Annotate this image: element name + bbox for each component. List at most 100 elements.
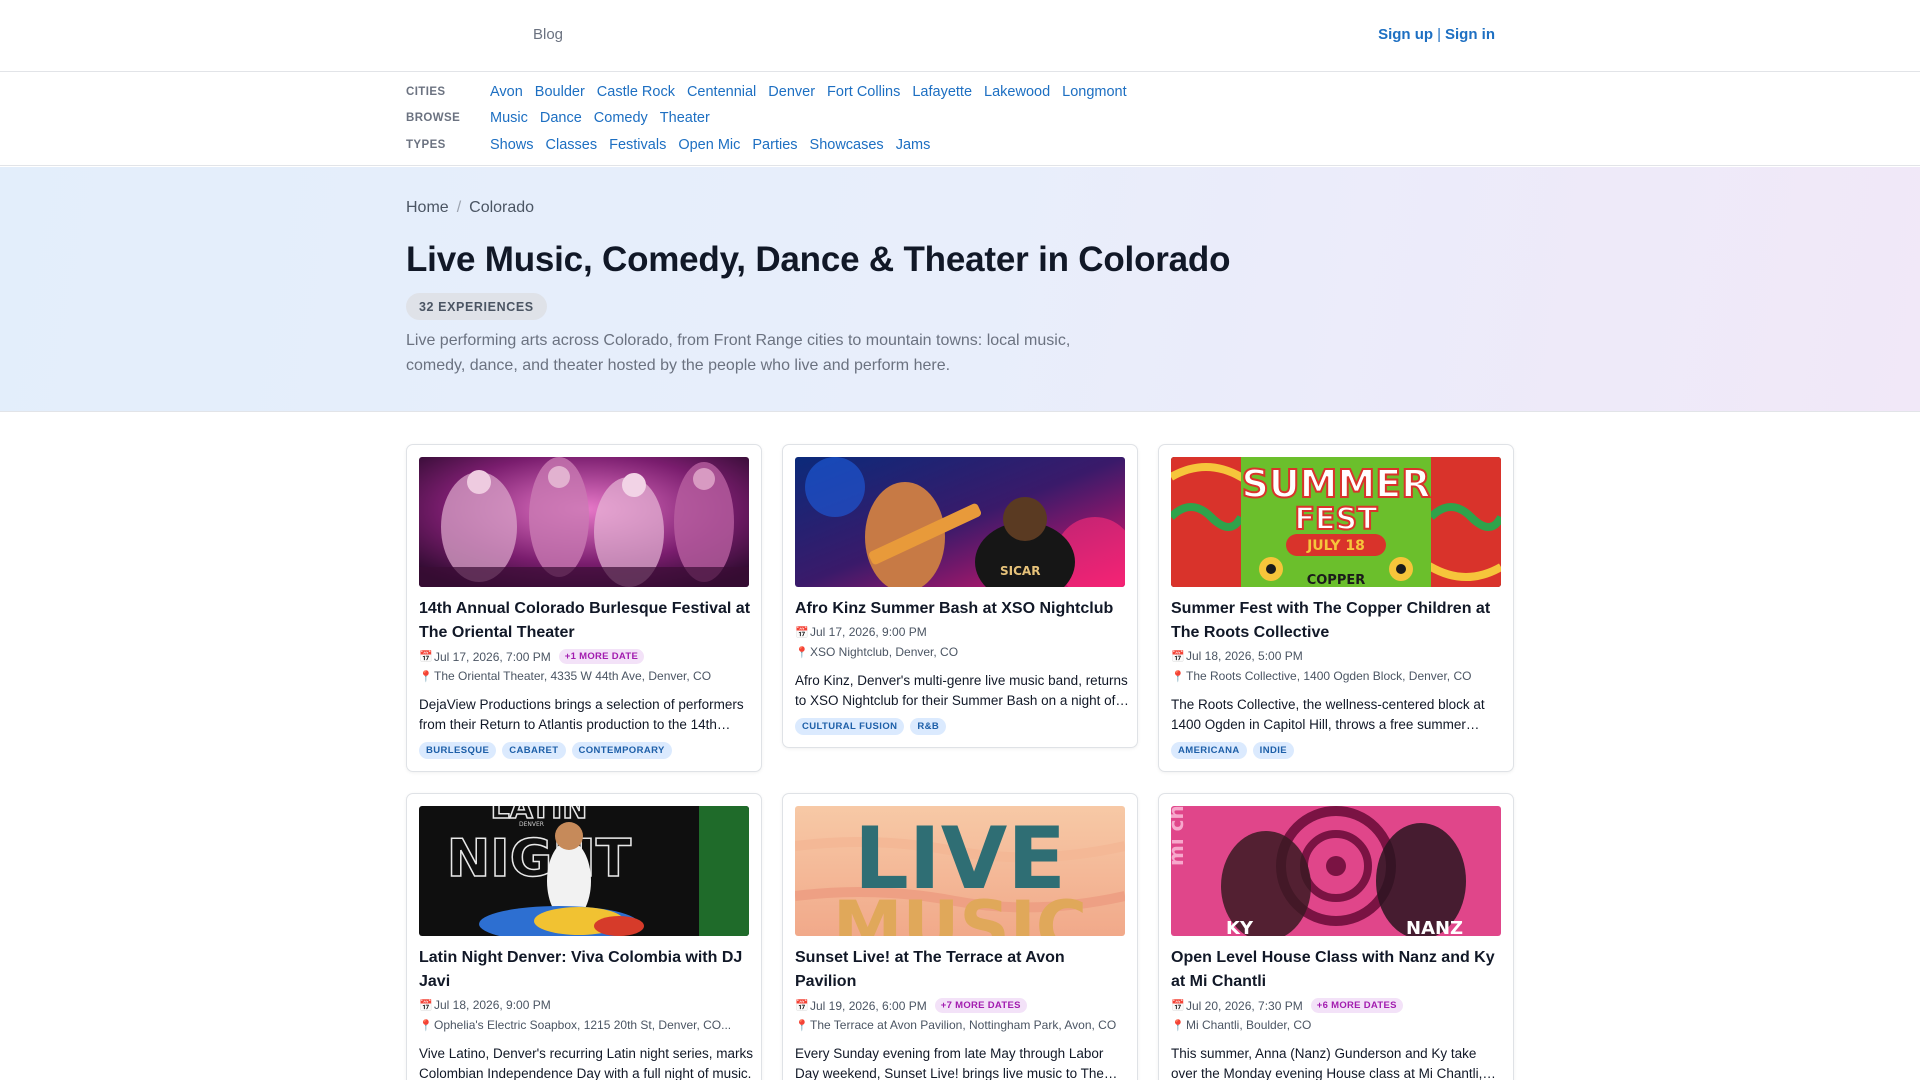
- poster-side-text: mi chan: [1171, 806, 1188, 866]
- nav-row-browse: BROWSE Music Dance Comedy Theater: [406, 107, 722, 129]
- more-dates-badge: +6 MORE DATES: [1310, 998, 1403, 1013]
- event-description: Every Sunday evening from late May throu…: [795, 1046, 1104, 1080]
- city-link[interactable]: Lafayette: [912, 84, 972, 100]
- type-link[interactable]: Showcases: [810, 137, 884, 153]
- calendar-icon: 📅: [795, 626, 809, 639]
- event-date: 📅 Jul 19, 2026, 6:00 PM +7 MORE DATES: [795, 998, 1027, 1013]
- genre-tag[interactable]: R&B: [910, 718, 947, 735]
- page-description: Live performing arts across Colorado, fr…: [406, 332, 1071, 374]
- city-link[interactable]: Castle Rock: [597, 84, 675, 100]
- event-card[interactable]: SUMMER FEST JULY 18 COPPER Summer Fest w…: [1158, 444, 1514, 772]
- page-title: Live Music, Comedy, Dance & Theater in C…: [406, 240, 1231, 279]
- event-image[interactable]: SUMMER FEST JULY 18 COPPER: [1171, 457, 1501, 587]
- event-location: 📍 Mi Chantli, Boulder, CO: [1171, 1018, 1311, 1032]
- poster-city: DENVER: [519, 821, 544, 828]
- browse-link[interactable]: Theater: [660, 110, 710, 126]
- category-nav: CITIES Avon Boulder Castle Rock Centenni…: [0, 73, 1920, 166]
- more-dates-badge: +1 MORE DATE: [558, 649, 645, 664]
- nav-label-browse: BROWSE: [406, 112, 461, 124]
- breadcrumb-home[interactable]: Home: [406, 199, 449, 217]
- genre-tag[interactable]: BURLESQUE: [419, 742, 497, 759]
- poster-subtitle: FEST: [1294, 502, 1378, 537]
- genre-tag[interactable]: CULTURAL FUSION: [795, 718, 905, 735]
- event-location: 📍 The Oriental Theater, 4335 W 44th Ave,…: [419, 669, 711, 683]
- genre-tag[interactable]: CONTEMPORARY: [571, 742, 672, 759]
- poster-left-name: KY: [1226, 918, 1254, 936]
- event-location: 📍 XSO Nightclub, Denver, CO: [795, 645, 958, 659]
- pin-icon: 📍: [1171, 1019, 1185, 1032]
- event-image[interactable]: [419, 457, 749, 587]
- type-link[interactable]: Festivals: [609, 137, 666, 153]
- event-card[interactable]: LATIN NIGHT DENVER Latin Night Denver: V…: [406, 793, 762, 1080]
- event-image[interactable]: SICAR: [795, 457, 1125, 587]
- event-card[interactable]: 14th Annual Colorado Burlesque Festival …: [406, 444, 762, 772]
- city-link[interactable]: Avon: [490, 84, 523, 100]
- event-image[interactable]: LATIN NIGHT DENVER: [419, 806, 749, 936]
- top-bar: Blog Sign up | Sign in: [0, 0, 1920, 72]
- event-location: 📍 The Roots Collective, 1400 Ogden Block…: [1171, 669, 1471, 683]
- genre-tag[interactable]: INDIE: [1252, 742, 1294, 759]
- event-tags: CULTURAL FUSION R&B: [795, 718, 947, 735]
- event-date-text: Jul 18, 2026, 5:00 PM: [1186, 649, 1303, 663]
- hero-section: Home / Colorado Live Music, Comedy, Danc…: [0, 167, 1920, 412]
- nav-row-types: TYPES Shows Classes Festivals Open Mic P…: [406, 134, 942, 156]
- event-location-text: The Oriental Theater, 4335 W 44th Ave, D…: [434, 669, 712, 683]
- browse-link[interactable]: Music: [490, 110, 528, 126]
- city-link[interactable]: Lakewood: [984, 84, 1050, 100]
- event-date-text: Jul 18, 2026, 9:00 PM: [434, 998, 551, 1012]
- calendar-icon: 📅: [419, 651, 433, 663]
- event-card[interactable]: mi chan KY NANZ Open Level House Class w…: [1158, 793, 1514, 1080]
- event-location-text: Ophelia's Electric Soapbox, 1215 20th St…: [434, 1018, 732, 1032]
- event-location: 📍 The Terrace at Avon Pavilion, Nottingh…: [795, 1018, 1116, 1032]
- event-location: 📍 Ophelia's Electric Soapbox, 1215 20th …: [419, 1018, 731, 1032]
- type-link[interactable]: Classes: [546, 137, 598, 153]
- event-image[interactable]: LIVE MUSIC: [795, 806, 1125, 936]
- event-image[interactable]: mi chan KY NANZ: [1171, 806, 1501, 936]
- event-title[interactable]: Sunset Live! at The Terrace at Avon Pavi…: [795, 946, 1129, 994]
- event-title[interactable]: Latin Night Denver: Viva Colombia with D…: [419, 946, 753, 994]
- signup-link[interactable]: Sign up: [1378, 26, 1433, 43]
- city-link[interactable]: Denver: [768, 84, 815, 100]
- city-link[interactable]: Longmont: [1062, 84, 1127, 100]
- shirt-text: SICAR: [1000, 564, 1040, 578]
- city-link[interactable]: Centennial: [687, 84, 756, 100]
- genre-tag[interactable]: CABARET: [502, 742, 566, 759]
- auth-separator: |: [1437, 26, 1441, 43]
- event-title[interactable]: Summer Fest with The Copper Children at …: [1171, 597, 1505, 645]
- event-card[interactable]: SICAR Afro Kinz Summer Bash at XSO Night…: [782, 444, 1138, 748]
- poster-band: COPPER: [1307, 573, 1366, 587]
- city-link[interactable]: Boulder: [535, 84, 585, 100]
- auth-links: Sign up | Sign in: [1378, 26, 1495, 43]
- type-link[interactable]: Parties: [752, 137, 797, 153]
- city-link[interactable]: Fort Collins: [827, 84, 900, 100]
- type-link[interactable]: Jams: [896, 137, 931, 153]
- pin-icon: 📍: [795, 1019, 809, 1032]
- event-date: 📅 Jul 18, 2026, 9:00 PM: [419, 998, 551, 1012]
- browse-link[interactable]: Comedy: [594, 110, 648, 126]
- event-date: 📅 Jul 17, 2026, 9:00 PM: [795, 625, 927, 639]
- event-tags: BURLESQUE CABARET CONTEMPORARY: [419, 742, 672, 759]
- breadcrumb-current: Colorado: [469, 199, 535, 216]
- genre-tag[interactable]: AMERICANA: [1171, 742, 1247, 759]
- pin-icon: 📍: [795, 646, 809, 659]
- event-location-text: Mi Chantli, Boulder, CO: [1186, 1018, 1312, 1032]
- poster-right-name: NANZ: [1406, 918, 1463, 936]
- type-link[interactable]: Shows: [490, 137, 534, 153]
- event-title[interactable]: Open Level House Class with Nanz and Ky …: [1171, 946, 1505, 994]
- pin-icon: 📍: [419, 670, 433, 683]
- event-title[interactable]: 14th Annual Colorado Burlesque Festival …: [419, 597, 753, 645]
- poster-date: JULY 18: [1306, 538, 1365, 554]
- signin-link[interactable]: Sign in: [1445, 26, 1495, 43]
- more-dates-badge: +7 MORE DATES: [934, 998, 1027, 1013]
- calendar-icon: 📅: [1171, 650, 1185, 663]
- event-title[interactable]: Afro Kinz Summer Bash at XSO Nightclub: [795, 597, 1129, 621]
- event-card[interactable]: LIVE MUSIC Sunset Live! at The Terrace a…: [782, 793, 1138, 1080]
- browse-link[interactable]: Dance: [540, 110, 582, 126]
- event-description: This summer, Anna (Nanz) Gunderson and K…: [1171, 1046, 1483, 1080]
- event-location-text: XSO Nightclub, Denver, CO: [810, 645, 959, 659]
- type-link[interactable]: Open Mic: [678, 137, 740, 153]
- blog-link[interactable]: Blog: [533, 26, 563, 43]
- event-description: DejaView Productions brings a selection …: [419, 697, 744, 732]
- nav-label-types: TYPES: [406, 139, 446, 151]
- event-date-text: Jul 20, 2026, 7:30 PM: [1186, 998, 1303, 1013]
